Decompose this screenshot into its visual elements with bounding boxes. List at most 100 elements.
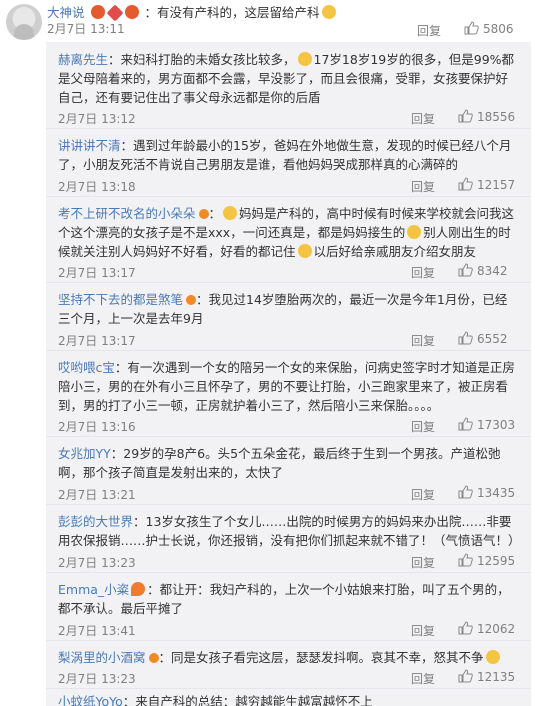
reply-button[interactable]: 回复 [411, 110, 435, 127]
like-count: 8342 [477, 264, 508, 278]
divider [46, 640, 531, 641]
divider [46, 504, 531, 505]
timestamp: 2月7日 13:41 [58, 624, 136, 638]
like-count: 18556 [477, 110, 516, 124]
like-icon[interactable] [457, 108, 473, 124]
avatar[interactable] [6, 4, 42, 40]
username[interactable]: 考不上研不改名的小朵朵 [58, 206, 196, 221]
comment-body: 讲讲讲不清：遇到过年龄最小的15岁，爸妈在外地做生意，发现的时候已经八个月了，小… [58, 136, 519, 174]
divider [46, 436, 531, 437]
reply-item: Emma_小粢 ：都让开：我妇产科的，上次一个小姑娘来打胎，叫了五个男的，都不承认… [46, 574, 531, 638]
like-icon[interactable] [457, 416, 473, 432]
reply-item: 女兆加YY：29岁的孕8产6。头5个五朵金花，最后终于生到一个男孩。产道松弛啊，… [46, 438, 531, 502]
reply-button[interactable]: 回复 [411, 264, 435, 281]
comment-meta: 2月7日 13:12 回复 18556 [58, 108, 519, 128]
comment-body: 彭彭的大世界：13岁女孩生了个女儿……出院的时候男方的妈妈来办出院……非要用农保… [58, 512, 521, 550]
comment-meta: 2月7日 13:17 回复 6552 [58, 330, 519, 350]
reply-item: 梨涡里的小酒窝 ：同是女孩子看完这层，瑟瑟发抖啊。哀其不幸，怒其不争 2月7日 1… [46, 642, 531, 688]
comment-text: ：遇到过年龄最小的15岁，爸妈在外地做生意，发现的时候已经八个月了，小朋友死活不… [58, 138, 512, 172]
timestamp: 2月7日 13:17 [58, 334, 136, 348]
reply-button[interactable]: 回复 [417, 22, 441, 39]
divider [46, 688, 531, 689]
like-count: 13435 [477, 486, 516, 500]
comment-meta: 2月7日 13:21 回复 13435 [58, 484, 519, 504]
like-icon[interactable] [463, 20, 479, 36]
badge-icon [148, 653, 159, 663]
like-icon[interactable] [457, 176, 473, 192]
top-comment: 大神说 ：有没有产科的，这层留给产科 2月7日 13:11 回复 5806 [0, 0, 535, 42]
reply-button[interactable]: 回复 [411, 418, 435, 435]
like-count: 5806 [483, 22, 514, 36]
comment-body: Emma_小粢 ：都让开：我妇产科的，上次一个小姑娘来打胎，叫了五个男的，都不承认… [58, 580, 519, 618]
smile-icon [321, 5, 336, 19]
like-icon[interactable] [457, 262, 473, 278]
comment-actions: 回复 8342 [411, 262, 519, 282]
reply-item: 小蚊纸YoYo：来自产科的总结：越穷越能生越富越怀不上 [46, 692, 531, 706]
reply-button[interactable]: 回复 [411, 178, 435, 195]
username[interactable]: 大神说 [47, 5, 85, 20]
username[interactable]: 女兆加YY [58, 446, 111, 461]
star-icon [131, 582, 146, 596]
username[interactable]: 哎哟喂c宝 [58, 360, 115, 375]
timestamp: 2月7日 13:12 [58, 112, 136, 126]
like-icon[interactable] [457, 620, 473, 636]
username[interactable]: 梨涡里的小酒窝 [58, 650, 146, 665]
comment-actions: 回复 12062 [411, 620, 519, 640]
like-icon[interactable] [457, 330, 473, 346]
comment-body: 赫离先生：来妇科打胎的未婚女孩比较多， 17岁18岁19岁的很多，但是99%都是父… [58, 50, 519, 107]
divider [46, 282, 531, 283]
comment-body: 小蚊纸YoYo：来自产科的总结：越穷越能生越富越怀不上 [58, 692, 519, 706]
comment-actions: 回复 17303 [411, 416, 519, 436]
reply-thread: 赫离先生：来妇科打胎的未婚女孩比较多， 17岁18岁19岁的很多，但是99%都是父… [46, 42, 531, 706]
reply-item: 坚持不下去的都是煞笔 ：我见过14岁堕胎两次的，最近一次是今年1月份，已经三个月，… [46, 284, 531, 348]
timestamp: 2月7日 13:23 [58, 672, 136, 686]
divider [46, 572, 531, 573]
comment-body: 女兆加YY：29岁的孕8产6。头5个五朵金花，最后终于生到一个男孩。产道松弛啊，… [58, 444, 519, 482]
reply-button[interactable]: 回复 [411, 486, 435, 503]
reply-button[interactable]: 回复 [411, 670, 435, 687]
timestamp: 2月7日 13:18 [58, 180, 136, 194]
comment-text: ：同是女孩子看完这层，瑟瑟发抖啊。哀其不幸，怒其不争 [158, 650, 484, 665]
comment-text: ： [208, 206, 222, 221]
reply-button[interactable]: 回复 [411, 622, 435, 639]
emoji-icon [90, 5, 105, 19]
comment-text: ：来妇科打胎的未婚女孩比较多， [108, 52, 296, 67]
comment-meta: 2月7日 13:18 回复 12157 [58, 176, 519, 196]
comment-actions: 回复 12157 [411, 176, 519, 196]
divider [46, 350, 531, 351]
comment-body: 梨涡里的小酒窝 ：同是女孩子看完这层，瑟瑟发抖啊。哀其不幸，怒其不争 [58, 648, 519, 667]
username[interactable]: 讲讲讲不清 [58, 138, 121, 153]
badge-icon [186, 295, 197, 305]
like-count: 12135 [477, 670, 516, 684]
comment-text: ：29岁的孕8产6。头5个五朵金花，最后终于生到一个男孩。产道松弛啊，那个孩子简… [58, 446, 501, 480]
comment-text: ：有没有产科的，这层留给产科 [144, 5, 320, 20]
like-count: 12062 [477, 622, 516, 636]
like-icon[interactable] [457, 552, 473, 568]
divider [46, 196, 531, 197]
username[interactable]: 小蚊纸YoYo [58, 694, 123, 706]
comment-body: 哎哟喂c宝：有一次遇到一个女的陪另一个女的来保胎，问病史签字时才知道是正房陪小三… [58, 358, 519, 415]
timestamp: 2月7日 13:16 [58, 420, 136, 434]
like-icon[interactable] [457, 484, 473, 500]
comment-meta: 2月7日 13:23 回复 12595 [58, 552, 519, 572]
divider [46, 128, 531, 129]
reply-button[interactable]: 回复 [411, 554, 435, 571]
comment-body: 考不上研不改名的小朵朵：妈妈是产科的，高中时候有时候来学校就会问我这个这个漂亮的… [58, 204, 519, 261]
comment-text: ：来自产科的总结：越穷越能生越富越怀不上 [122, 694, 373, 706]
smile-icon [297, 52, 312, 66]
comment-actions: 回复 18556 [411, 108, 519, 128]
username[interactable]: Emma_小粢 [58, 582, 129, 597]
reply-button[interactable]: 回复 [411, 332, 435, 349]
reply-item: 考不上研不改名的小朵朵：妈妈是产科的，高中时候有时候来学校就会问我这个这个漂亮的… [46, 198, 531, 280]
comment-line: 大神说 ：有没有产科的，这层留给产科 [47, 2, 338, 22]
comment-meta: 2月7日 13:11 [47, 20, 125, 37]
username[interactable]: 坚持不下去的都是煞笔 [58, 292, 183, 307]
username[interactable]: 彭彭的大世界 [58, 514, 133, 529]
smile-icon [407, 225, 422, 239]
comment-meta: 2月7日 13:23 回复 12135 [58, 668, 519, 688]
comment-meta: 2月7日 13:41 回复 12062 [58, 620, 519, 640]
like-icon[interactable] [457, 668, 473, 684]
comment-text: ：有一次遇到一个女的陪另一个女的来保胎，问病史签字时才知道是正房陪小三，男的在外… [58, 360, 515, 413]
username[interactable]: 赫离先生 [58, 52, 108, 67]
comment-actions: 回复 6552 [411, 330, 519, 350]
